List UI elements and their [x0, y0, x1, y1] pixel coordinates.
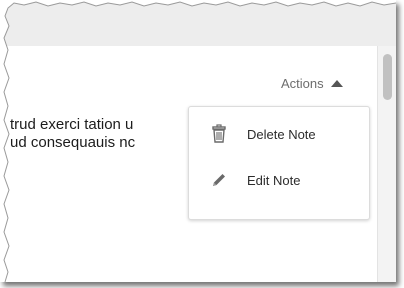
- torn-edge-decoration: [0, 0, 396, 282]
- screenshot-frame: Actions trud exerci tation u ud consequa…: [0, 0, 404, 288]
- note-panel: Actions trud exerci tation u ud consequa…: [0, 0, 396, 282]
